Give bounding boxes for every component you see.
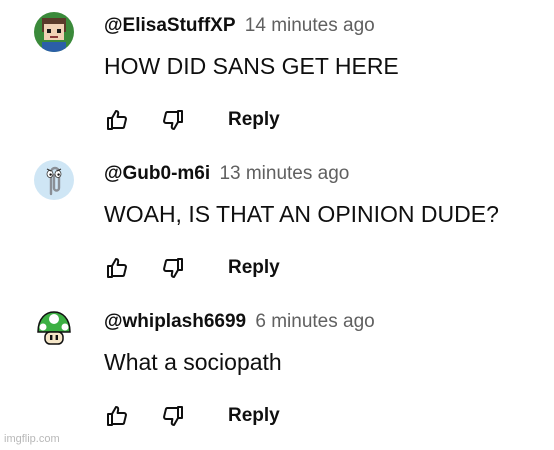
paperclip-avatar-icon[interactable] [34,160,74,200]
comment-timestamp[interactable]: 13 minutes ago [219,163,349,184]
like-button[interactable] [104,107,130,133]
comment-item: @whiplash6699 6 minutes ago What a socio… [0,296,554,444]
comment-author[interactable]: @whiplash6699 [104,311,246,332]
comment-text: WOAH, IS THAT AN OPINION DUDE? [104,201,499,227]
dislike-button[interactable] [160,255,186,281]
comment-timestamp[interactable]: 14 minutes ago [245,15,375,36]
thumbs-down-icon [163,406,183,426]
comment-author[interactable]: @Gub0-m6i [104,163,210,184]
thumbs-up-icon [107,406,127,426]
thumbs-up-icon [107,258,127,278]
like-button[interactable] [104,403,130,429]
comment-item: @Gub0-m6i 13 minutes ago WOAH, IS THAT A… [0,148,554,296]
like-button[interactable] [104,255,130,281]
thumbs-down-icon [163,110,183,130]
reply-button[interactable]: Reply [228,109,280,131]
comment-actions: Reply [104,254,280,282]
pixel-character-avatar-icon[interactable] [34,12,74,52]
reply-button[interactable]: Reply [228,405,280,427]
thumbs-down-icon [163,258,183,278]
comment-item: @ElisaStuffXP 14 minutes ago HOW DID SAN… [0,0,554,148]
comment-actions: Reply [104,106,280,134]
mushroom-avatar-icon[interactable] [34,308,74,348]
comment-text: What a sociopath [104,349,282,375]
reply-button[interactable]: Reply [228,257,280,279]
dislike-button[interactable] [160,107,186,133]
comment-actions: Reply [104,402,280,430]
watermark: imgflip.com [4,433,60,445]
comment-author[interactable]: @ElisaStuffXP [104,15,236,36]
comment-timestamp[interactable]: 6 minutes ago [255,311,374,332]
thumbs-up-icon [107,110,127,130]
comment-text: HOW DID SANS GET HERE [104,53,399,79]
dislike-button[interactable] [160,403,186,429]
